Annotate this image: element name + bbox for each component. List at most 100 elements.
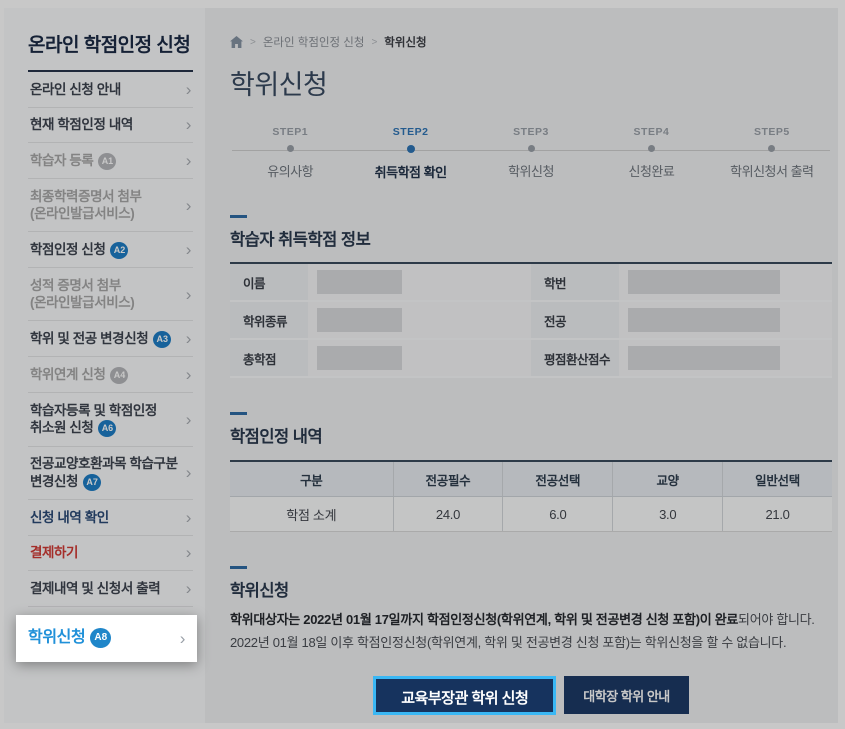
sidebar-item-label: 학위연계 신청A4 xyxy=(30,366,128,384)
section-dash xyxy=(230,412,247,415)
sidebar-item-degree-link[interactable]: 학위연계 신청A4 › xyxy=(28,357,193,393)
chevron-right-icon: › xyxy=(186,366,191,383)
sidebar-item-payment[interactable]: 결제하기 › xyxy=(28,536,193,572)
sidebar-item-credit-application[interactable]: 학점인정 신청A2 › xyxy=(28,232,193,268)
field-label-name: 이름 xyxy=(230,264,308,300)
field-label-gpa: 평점환산점수 xyxy=(531,340,619,376)
breadcrumb-item[interactable]: 온라인 학점인정 신청 xyxy=(263,34,365,50)
field-value-degree-type xyxy=(308,302,531,338)
credit-recognition-table: 구분 전공필수 전공선택 교양 일반선택 학점 소계 24.0 6.0 3.0 … xyxy=(230,460,832,532)
cell-general-edu: 3.0 xyxy=(612,497,722,531)
chevron-right-icon: › xyxy=(186,152,191,169)
chevron-right-icon: › xyxy=(180,630,185,647)
step-number: STEP1 xyxy=(230,126,350,138)
table-row: 총학점 평점환산점수 xyxy=(230,340,832,378)
sidebar-item-label: 성적 증명서 첨부 (온라인발급서비스) xyxy=(30,277,134,312)
degree-notice: 학위대상자는 2022년 01월 17일까지 학점인정신청(학위연계, 학위 및… xyxy=(230,609,832,655)
section-title: 학점인정 내역 xyxy=(230,423,832,447)
field-label-total-credits: 총학점 xyxy=(230,340,308,376)
redacted-value xyxy=(628,270,780,294)
cell-major-elective: 6.0 xyxy=(502,497,612,531)
chevron-right-icon: › xyxy=(186,544,191,561)
step-indicator: STEP1 유의사항 STEP2 취득학점 확인 STEP3 학위신청 STEP… xyxy=(230,126,832,181)
sidebar-item-application-history[interactable]: 신청 내역 확인 › xyxy=(28,500,193,536)
column-header: 전공선택 xyxy=(502,462,612,496)
sidebar-item-label: 학위 및 전공 변경신청A3 xyxy=(30,330,171,348)
content-frame: 온라인 학점인정 신청 온라인 신청 안내 › 현재 학점인정 내역 › 학습자… xyxy=(4,8,838,723)
breadcrumb-separator: > xyxy=(250,37,256,48)
sidebar-item-label: 온라인 신청 안내 xyxy=(30,81,121,99)
sidebar-item-payment-history-print[interactable]: 결제내역 및 신청서 출력 › xyxy=(28,571,193,607)
field-value-student-id xyxy=(619,264,832,300)
row-label: 학점 소계 xyxy=(230,497,393,531)
sidebar-item-label: 학습자 등록A1 xyxy=(30,152,116,170)
sidebar-item-online-guide[interactable]: 온라인 신청 안내 › xyxy=(28,72,193,108)
field-label-degree-type: 학위종류 xyxy=(230,302,308,338)
section-title: 학습자 취득학점 정보 xyxy=(230,226,832,250)
home-icon[interactable] xyxy=(230,36,243,48)
chevron-right-icon: › xyxy=(186,411,191,428)
notice-bold: 학위대상자는 2022년 01월 17일까지 학점인정신청(학위연계, 학위 및… xyxy=(230,612,738,627)
chevron-right-icon: › xyxy=(186,116,191,133)
step-label: 학위신청서 출력 xyxy=(712,161,832,180)
cell-free-elective: 21.0 xyxy=(722,497,832,531)
step-badge-a6: A6 xyxy=(98,420,116,437)
sidebar-item-course-type-change[interactable]: 전공교양호환과목 학습구분 변경신청A7 › xyxy=(28,447,193,500)
degree-application-page: 온라인 학점인정 신청 온라인 신청 안내 › 현재 학점인정 내역 › 학습자… xyxy=(0,0,845,729)
chevron-right-icon: › xyxy=(186,330,191,347)
chevron-right-icon: › xyxy=(186,580,191,597)
step-4: STEP4 신청완료 xyxy=(591,126,711,181)
ministry-degree-apply-button[interactable]: 교육부장관 학위 신청 xyxy=(373,676,556,715)
sidebar-title: 온라인 학점인정 신청 xyxy=(28,30,193,72)
column-header: 일반선택 xyxy=(722,462,832,496)
field-value-gpa xyxy=(619,340,832,376)
credit-info-table: 이름 학번 학위종류 전공 총학점 평점환산점수 xyxy=(230,262,832,378)
sidebar-item-label: 학습자등록 및 학점인정 취소원 신청A6 xyxy=(30,402,157,437)
step-number: STEP4 xyxy=(591,126,711,138)
sidebar-item-degree-major-change[interactable]: 학위 및 전공 변경신청A3 › xyxy=(28,321,193,357)
sidebar: 온라인 학점인정 신청 온라인 신청 안내 › 현재 학점인정 내역 › 학습자… xyxy=(4,8,205,723)
sidebar-item-label: 최종학력증명서 첨부 (온라인발급서비스) xyxy=(30,188,142,223)
redacted-value xyxy=(628,346,780,370)
step-1: STEP1 유의사항 xyxy=(230,126,350,181)
sidebar-item-transcript-attach[interactable]: 성적 증명서 첨부 (온라인발급서비스) › xyxy=(28,268,193,321)
section-credit-info: 학습자 취득학점 정보 이름 학번 학위종류 전공 xyxy=(230,215,832,378)
sidebar-item-current-credits[interactable]: 현재 학점인정 내역 › xyxy=(28,108,193,144)
sidebar-item-label: 학점인정 신청A2 xyxy=(30,241,128,259)
chevron-right-icon: › xyxy=(186,464,191,481)
step-dot xyxy=(287,145,294,152)
sidebar-item-label: 전공교양호환과목 학습구분 변경신청A7 xyxy=(30,455,178,490)
page-title: 학위신청 xyxy=(230,63,832,102)
step-dot xyxy=(528,145,535,152)
sidebar-item-learner-register[interactable]: 학습자 등록A1 › xyxy=(28,143,193,179)
redacted-value xyxy=(317,346,402,370)
redacted-value xyxy=(317,270,402,294)
step-label: 신청완료 xyxy=(591,161,711,180)
sidebar-item-label: 학위신청A8 xyxy=(28,628,111,649)
step-badge-a8: A8 xyxy=(90,628,111,648)
field-value-name xyxy=(308,264,531,300)
step-dot xyxy=(768,145,775,152)
redacted-value xyxy=(317,308,402,332)
breadcrumb: > 온라인 학점인정 신청 > 학위신청 xyxy=(230,34,832,50)
sidebar-item-final-edu-certificate[interactable]: 최종학력증명서 첨부 (온라인발급서비스) › xyxy=(28,179,193,232)
sidebar-item-cancel-request[interactable]: 학습자등록 및 학점인정 취소원 신청A6 › xyxy=(28,393,193,446)
breadcrumb-current: 학위신청 xyxy=(384,34,426,50)
chevron-right-icon: › xyxy=(186,81,191,98)
sidebar-item-label: 신청 내역 확인 xyxy=(30,509,109,527)
table-header-row: 구분 전공필수 전공선택 교양 일반선택 xyxy=(230,462,832,497)
section-title: 학위신청 xyxy=(230,577,832,601)
step-dot xyxy=(648,145,655,152)
university-degree-guide-button[interactable]: 대학장 학위 안내 xyxy=(564,676,688,714)
sidebar-item-degree-application-active[interactable]: 학위신청A8 › xyxy=(16,615,197,662)
step-badge-a2: A2 xyxy=(110,242,128,259)
step-3: STEP3 학위신청 xyxy=(471,126,591,181)
field-value-major xyxy=(619,302,832,338)
section-degree-application: 학위신청 학위대상자는 2022년 01월 17일까지 학점인정신청(학위연계,… xyxy=(230,566,832,729)
button-row: 교육부장관 학위 신청 대학장 학위 안내 xyxy=(230,676,832,715)
step-badge-a7: A7 xyxy=(83,474,101,491)
column-header: 전공필수 xyxy=(393,462,503,496)
field-label-student-id: 학번 xyxy=(531,264,619,300)
table-row: 학위종류 전공 xyxy=(230,302,832,340)
chevron-right-icon: › xyxy=(186,197,191,214)
